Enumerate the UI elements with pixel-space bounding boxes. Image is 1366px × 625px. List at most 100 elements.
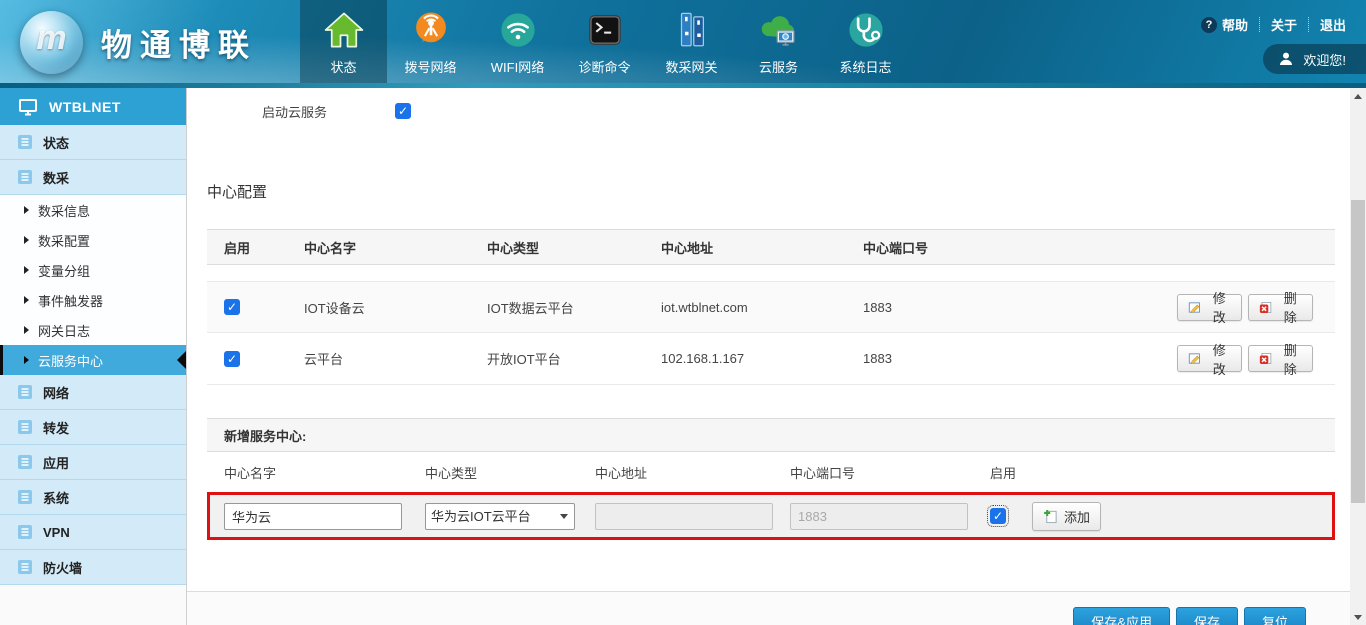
reset-button[interactable]: 复位 — [1244, 607, 1306, 625]
sidebar-item-network[interactable]: 网络 — [0, 375, 186, 410]
add-button[interactable]: 添加 — [1032, 502, 1101, 531]
label-center-address: 中心地址 — [578, 463, 773, 482]
save-label: 保存 — [1194, 612, 1220, 625]
welcome-badge: 欢迎您! — [1263, 44, 1366, 74]
header-bottom-strip — [0, 83, 1366, 88]
cell-center-type: IOT数据云平台 — [470, 298, 644, 317]
sidebar-item-gateway-log[interactable]: 网关日志 — [0, 315, 186, 345]
nav-tab-syslog[interactable]: 系统日志 — [822, 0, 909, 88]
edit-button-label: 修改 — [1208, 340, 1231, 378]
list-icon — [17, 454, 33, 470]
label-center-name: 中心名字 — [207, 463, 408, 482]
sidebar: WTBLNET 状态 数采 数采信息 数采配置 变量分组 事件触发器 网关日 — [0, 88, 187, 625]
sidebar-item-application[interactable]: 应用 — [0, 445, 186, 480]
link-separator — [1259, 17, 1260, 32]
sidebar-item-firewall[interactable]: 防火墙 — [0, 550, 186, 585]
save-apply-label: 保存&应用 — [1091, 612, 1152, 625]
about-link[interactable]: 关于 — [1271, 15, 1297, 34]
sidebar-item-datacollect-info[interactable]: 数采信息 — [0, 195, 186, 225]
nav-tab-diagnostic[interactable]: 诊断命令 — [561, 0, 648, 88]
sidebar-item-label: 网络 — [43, 383, 69, 402]
list-icon — [17, 169, 33, 185]
table-row: 云平台 开放IOT平台 102.168.1.167 1883 修改 — [207, 333, 1335, 385]
reset-label: 复位 — [1262, 612, 1288, 625]
center-type-select[interactable]: 华为云IOT云平台 — [425, 503, 575, 530]
sidebar-item-variable-group[interactable]: 变量分组 — [0, 255, 186, 285]
sidebar-item-datacollect[interactable]: 数采 — [0, 160, 186, 195]
triangle-icon — [24, 296, 29, 304]
nav-tab-wifi[interactable]: WIFI网络 — [474, 0, 561, 88]
row-enabled-checkbox[interactable] — [224, 351, 240, 367]
center-address-input[interactable] — [595, 503, 773, 530]
col-header-type: 中心类型 — [470, 238, 644, 257]
col-header-enable: 启用 — [207, 238, 287, 257]
center-name-input[interactable] — [224, 503, 402, 530]
nav-tab-label: 拨号网络 — [404, 57, 456, 76]
sidebar-item-vpn[interactable]: VPN — [0, 515, 186, 550]
nav-tab-gateway[interactable]: 数采网关 — [648, 0, 735, 88]
help-link[interactable]: 帮助 — [1201, 15, 1248, 34]
question-icon — [1201, 17, 1217, 33]
edit-pencil-icon — [1188, 300, 1202, 315]
brand-logo: 物通博联 — [20, 11, 257, 74]
cell-center-address: iot.wtblnet.com — [644, 300, 846, 315]
nav-tab-status[interactable]: 状态 — [300, 0, 387, 88]
sidebar-item-label: 防火墙 — [43, 558, 82, 577]
delete-button[interactable]: 删除 — [1248, 294, 1313, 321]
brand-name: 物通博联 — [101, 20, 257, 65]
main-content: 启动云服务 中心配置 启用 中心名字 中心类型 中心地址 中心端口号 IOT设备… — [187, 88, 1350, 625]
sidebar-item-label: 数采配置 — [38, 231, 90, 250]
add-button-label: 添加 — [1064, 507, 1090, 526]
row-enabled-checkbox[interactable] — [224, 299, 240, 315]
triangle-down-icon — [1354, 615, 1362, 620]
vertical-scrollbar[interactable] — [1350, 88, 1366, 625]
sidebar-item-datacollect-config[interactable]: 数采配置 — [0, 225, 186, 255]
save-apply-button[interactable]: 保存&应用 — [1073, 607, 1170, 625]
enable-cloud-checkbox[interactable] — [395, 103, 411, 119]
nav-tab-dialup[interactable]: 拨号网络 — [387, 0, 474, 88]
nav-tab-cloud[interactable]: 云服务 — [735, 0, 822, 88]
triangle-icon — [24, 206, 29, 214]
footer-actions: 保存&应用 保存 复位 — [187, 591, 1350, 625]
logout-link[interactable]: 退出 — [1320, 15, 1346, 34]
scroll-down-button[interactable] — [1350, 609, 1366, 625]
sidebar-item-system[interactable]: 系统 — [0, 480, 186, 515]
center-config-table: 启用 中心名字 中心类型 中心地址 中心端口号 IOT设备云 IOT数据云平台 … — [207, 229, 1335, 385]
label-enable: 启用 — [973, 463, 1335, 482]
sidebar-item-event-trigger[interactable]: 事件触发器 — [0, 285, 186, 315]
scroll-up-button[interactable] — [1350, 88, 1366, 104]
sidebar-item-label: 数采信息 — [38, 201, 90, 220]
sidebar-item-forward[interactable]: 转发 — [0, 410, 186, 445]
list-icon — [17, 419, 33, 435]
triangle-icon — [24, 356, 29, 364]
delete-button[interactable]: 删除 — [1248, 345, 1313, 372]
sidebar-item-cloud-service-center[interactable]: 云服务中心 — [0, 345, 186, 375]
label-center-port: 中心端口号 — [773, 463, 973, 482]
sidebar-item-label: 事件触发器 — [38, 291, 103, 310]
scrollbar-thumb[interactable] — [1351, 200, 1365, 503]
monitor-icon — [18, 98, 38, 116]
new-center-enabled-checkbox[interactable] — [990, 508, 1006, 524]
save-button[interactable]: 保存 — [1176, 607, 1238, 625]
edit-button[interactable]: 修改 — [1177, 294, 1242, 321]
section-title: 中心配置 — [207, 181, 1350, 202]
logout-label: 退出 — [1320, 15, 1346, 34]
edit-pencil-icon — [1188, 351, 1202, 366]
center-port-input[interactable] — [790, 503, 968, 530]
delete-button-label: 删除 — [1279, 288, 1302, 326]
sidebar-item-status[interactable]: 状态 — [0, 125, 186, 160]
cell-center-port: 1883 — [846, 351, 1160, 366]
cell-center-address: 102.168.1.167 — [644, 351, 846, 366]
sidebar-item-label: 系统 — [43, 488, 69, 507]
col-header-port: 中心端口号 — [846, 238, 1160, 257]
terminal-icon — [584, 9, 626, 51]
nav-tab-label: 系统日志 — [839, 57, 891, 76]
triangle-icon — [24, 236, 29, 244]
triangle-icon — [24, 326, 29, 334]
edit-button[interactable]: 修改 — [1177, 345, 1242, 372]
add-page-icon — [1043, 509, 1058, 524]
list-icon — [17, 524, 33, 540]
top-navigation: 状态 拨号网络 WIFI网络 — [300, 0, 909, 88]
wifi-icon — [497, 9, 539, 51]
home-icon — [323, 9, 365, 51]
